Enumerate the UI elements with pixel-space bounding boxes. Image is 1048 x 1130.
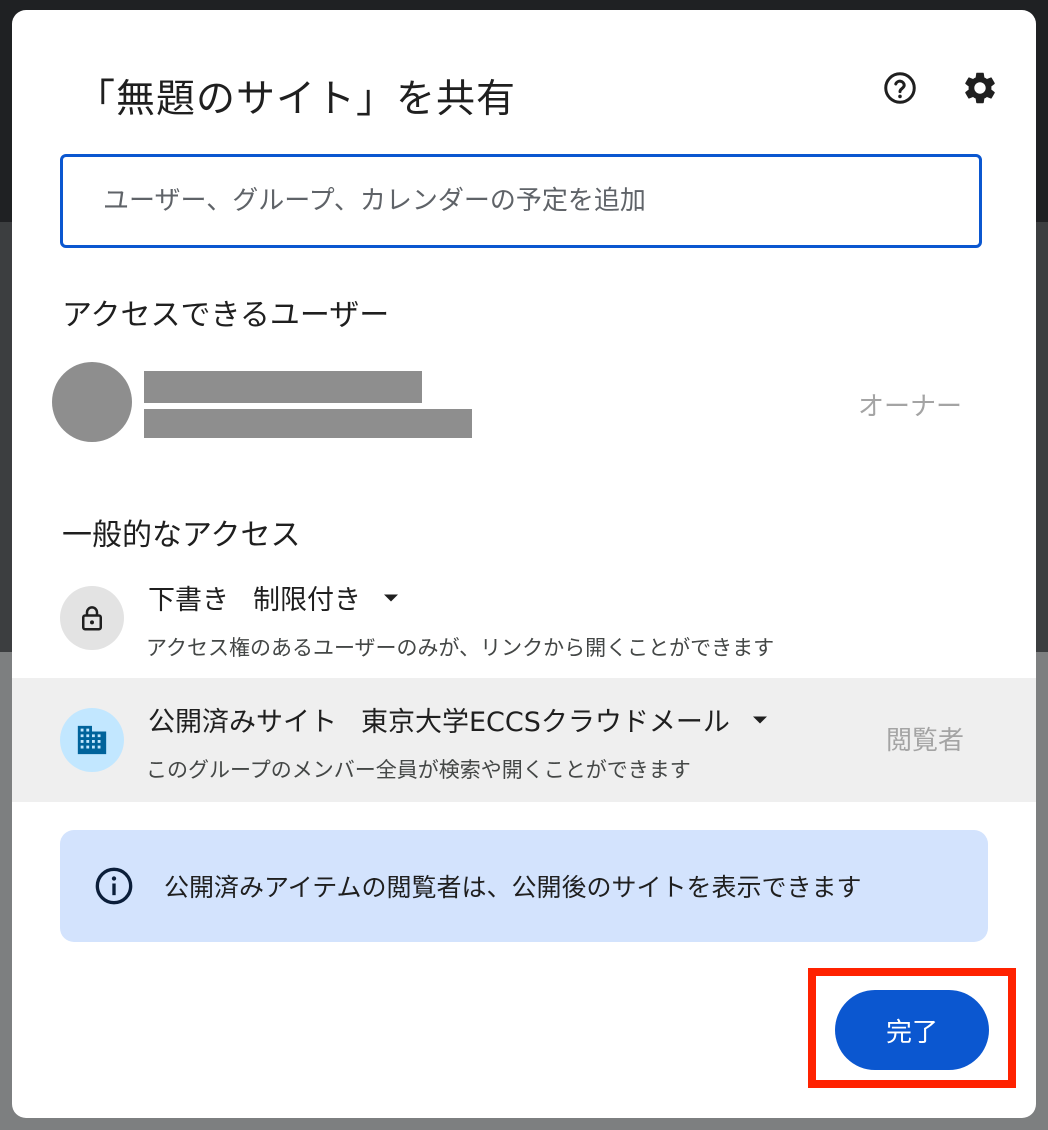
viewer-role-label: 閲覧者 [885, 726, 964, 756]
published-label: 公開済みサイト [148, 707, 337, 738]
info-text: 公開済みアイテムの閲覧者は、公開後のサイトを表示できます [164, 873, 862, 902]
avatar [52, 362, 132, 442]
owner-role-label: オーナー [857, 392, 962, 422]
info-icon [95, 867, 133, 905]
draft-setting: 制限付き [253, 585, 361, 616]
draft-description: アクセス権のあるユーザーのみが、リンクから開くことができます [146, 636, 775, 660]
help-icon [884, 72, 916, 104]
share-dialog: 「無題のサイト」を共有 アクセスできるユーザー オーナー 一般的なアクセス [12, 10, 1036, 1118]
settings-button[interactable] [958, 66, 1002, 110]
dialog-title: 「無題のサイト」を共有 [76, 77, 517, 122]
add-people-field [60, 154, 982, 248]
draft-access-dropdown[interactable]: 下書き 制限付き [148, 578, 399, 617]
help-button[interactable] [878, 66, 922, 110]
user-name-redacted [144, 371, 422, 403]
general-access-heading: 一般的なアクセス [62, 518, 301, 553]
done-button[interactable]: 完了 [835, 990, 989, 1070]
domain-icon-circle [60, 708, 124, 772]
draft-label: 下書き [148, 585, 229, 616]
published-setting: 東京大学ECCSクラウドメール [361, 707, 730, 738]
published-access-dropdown[interactable]: 公開済みサイト 東京大学ECCSクラウドメール [148, 700, 768, 739]
user-email-redacted [144, 409, 472, 438]
chevron-down-icon [383, 593, 399, 603]
chevron-down-icon [752, 715, 768, 725]
lock-icon [82, 606, 102, 631]
gear-icon [965, 72, 995, 104]
domain-icon [77, 725, 107, 755]
add-people-input[interactable] [101, 185, 965, 217]
draft-access-row: 下書き 制限付き アクセス権のあるユーザーのみが、リンクから開くことができます [12, 570, 1036, 680]
published-description: このグループのメンバー全員が検索や開くことができます [146, 758, 691, 782]
lock-icon-circle [60, 586, 124, 650]
user-row-owner: オーナー [52, 362, 996, 444]
people-with-access-heading: アクセスできるユーザー [62, 298, 390, 333]
info-banner: 公開済みアイテムの閲覧者は、公開後のサイトを表示できます [60, 830, 988, 942]
published-access-row: 公開済みサイト 東京大学ECCSクラウドメール このグループのメンバー全員が検索… [12, 678, 1036, 802]
